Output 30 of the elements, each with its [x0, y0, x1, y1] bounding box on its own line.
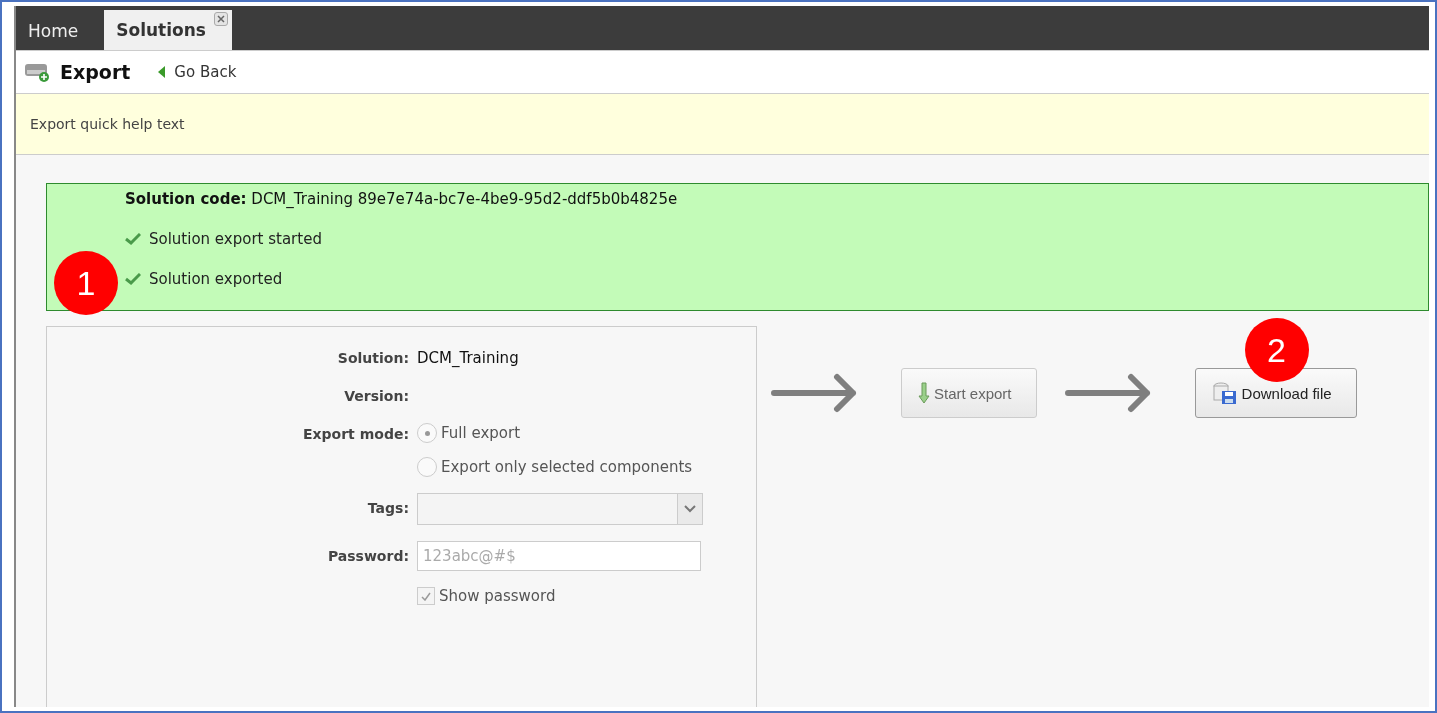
- field-label: Password:: [326, 547, 410, 566]
- callout-marker: 2: [1244, 318, 1309, 382]
- field-value: DCM_Training: [417, 348, 520, 369]
- right-arrow-icon: [771, 373, 859, 413]
- go-back-link[interactable]: Go Back: [158, 63, 237, 81]
- tab[interactable]: Solutions: [104, 10, 232, 50]
- field-label: Export mode:: [301, 425, 410, 444]
- status-message: Solution exported: [149, 270, 283, 288]
- right-arrow-icon: [1064, 373, 1153, 413]
- status-message: Solution export started: [149, 230, 322, 248]
- page-title: Export: [60, 61, 131, 83]
- chevron-down-icon: [684, 505, 696, 513]
- drive-icon: [24, 61, 50, 83]
- close-icon[interactable]: [213, 12, 228, 26]
- download-button[interactable]: Download file: [1194, 368, 1357, 418]
- tab[interactable]: Home: [16, 12, 105, 50]
- checkbox-label: Show password: [439, 587, 556, 605]
- solution-code: Solution code: DCM_Training 89e7e74a-bc7e-4be9-95d2-ddf5b0b4825e: [125, 190, 679, 208]
- disk-save-icon: [1211, 381, 1238, 405]
- field-label: Tags:: [366, 499, 410, 518]
- help-text: Export quick help text: [16, 94, 1429, 155]
- radio-label: Export only selected components: [441, 458, 693, 476]
- callout-marker: 1: [54, 251, 118, 315]
- checkmark-icon: [421, 591, 431, 601]
- field-label: Version:: [343, 387, 410, 406]
- down-arrow-icon: [918, 382, 930, 404]
- radio-label: Full export: [441, 424, 520, 442]
- back-arrow-icon: [158, 66, 167, 78]
- tags-dropdown[interactable]: [417, 493, 703, 525]
- field-label: Solution:: [336, 349, 410, 368]
